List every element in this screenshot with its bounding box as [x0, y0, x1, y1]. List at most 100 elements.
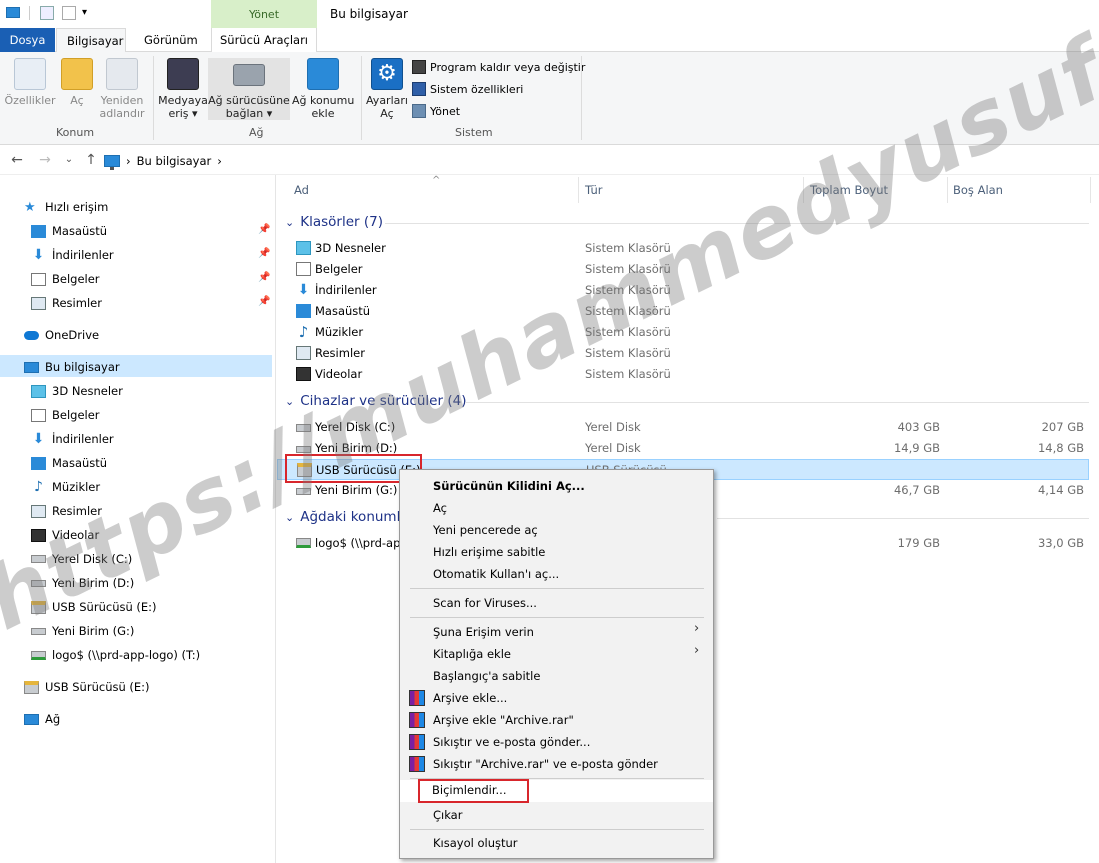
list-item[interactable]: ⬇ İndirilenler Sistem Klasörü: [277, 280, 1089, 301]
menu-item-autoplay[interactable]: Otomatik Kullan'ı aç...: [433, 563, 559, 585]
group-header-devices[interactable]: ⌄ Cihazlar ve sürücüler (4): [285, 393, 466, 409]
recent-locations-chevron-icon[interactable]: ⌄: [60, 151, 78, 169]
menu-item-pin-quick-access[interactable]: Hızlı erişime sabitle: [433, 541, 545, 563]
nav-item-usb-drive-e[interactable]: USB Sürücüsü (E:): [31, 596, 157, 618]
nav-item-quick-access[interactable]: ★ Hızlı erişim: [24, 196, 108, 218]
column-separator[interactable]: [578, 177, 579, 203]
column-separator[interactable]: [947, 177, 948, 203]
menu-item-open[interactable]: Aç: [433, 497, 447, 519]
up-arrow-icon[interactable]: ↑: [82, 151, 100, 169]
drive-icon: [296, 488, 311, 495]
column-header-name[interactable]: Ad: [294, 183, 309, 197]
list-item[interactable]: Videolar Sistem Klasörü: [277, 364, 1089, 385]
nav-item-drive-g[interactable]: Yeni Birim (G:): [31, 620, 134, 642]
menu-item-eject[interactable]: Çıkar: [433, 804, 462, 826]
nav-item-downloads[interactable]: ⬇ İndirilenler: [31, 244, 114, 266]
map-network-drive-button[interactable]: Ağ sürücüsüne bağlan ▾: [208, 58, 290, 120]
column-separator[interactable]: [803, 177, 804, 203]
tab-dosya[interactable]: Dosya: [0, 28, 55, 52]
nav-item-documents[interactable]: Belgeler: [31, 404, 100, 426]
winrar-icon: [409, 734, 425, 750]
download-arrow-icon: ⬇: [32, 430, 45, 447]
nav-item-downloads[interactable]: ⬇ İndirilenler: [31, 428, 114, 450]
chevron-down-icon: ⌄: [285, 394, 295, 408]
nav-item-network[interactable]: Ağ: [24, 708, 60, 730]
open-button[interactable]: Aç: [60, 58, 94, 107]
add-network-location-button[interactable]: Ağ konumu ekle: [292, 58, 354, 120]
properties-button[interactable]: Özellikler: [4, 58, 56, 107]
pin-icon[interactable]: 📌: [258, 272, 270, 283]
windows-drive-icon: [31, 555, 46, 563]
list-item[interactable]: Resimler Sistem Klasörü: [277, 343, 1089, 364]
menu-item-give-access[interactable]: Şuna Erişim verin: [433, 621, 534, 643]
manage-icon: [412, 104, 426, 118]
open-settings-button[interactable]: ⚙ Ayarları Aç: [366, 58, 408, 120]
media-icon: [167, 58, 199, 90]
ribbon-tabs: Dosya Bilgisayar Görünüm Sürücü Araçları: [0, 28, 1099, 53]
rename-button[interactable]: Yeniden adlandır: [98, 58, 146, 120]
list-item[interactable]: Belgeler Sistem Klasörü: [277, 259, 1089, 280]
pin-icon[interactable]: 📌: [258, 224, 270, 235]
forward-arrow-icon[interactable]: →: [36, 151, 54, 169]
menu-item-add-library[interactable]: Kitaplığa ekle: [433, 643, 511, 665]
highlight-box: [418, 779, 529, 803]
menu-item-compress-rar-email[interactable]: Sıkıştır "Archive.rar" ve e-posta gönder: [433, 753, 658, 775]
column-separator[interactable]: [1090, 177, 1091, 203]
nav-item-desktop[interactable]: Masaüstü: [31, 452, 107, 474]
breadcrumb-separator: ›: [126, 154, 131, 168]
group-divider: [717, 518, 1089, 519]
film-icon: [296, 367, 311, 381]
menu-item-add-archive[interactable]: Arşive ekle...: [433, 687, 507, 709]
list-item[interactable]: Masaüstü Sistem Klasörü: [277, 301, 1089, 322]
menu-item-create-shortcut[interactable]: Kısayol oluştur: [433, 832, 518, 854]
address-bar[interactable]: › Bu bilgisayar ›: [104, 151, 222, 171]
customize-quick-access-icon[interactable]: ▾: [82, 6, 96, 20]
nav-item-network-drive-t[interactable]: logo$ (\\prd-app-logo) (T:): [31, 644, 200, 666]
group-header-network[interactable]: ⌄ Ağdaki konuml: [285, 509, 400, 525]
nav-item-documents[interactable]: Belgeler: [31, 268, 100, 290]
manage-button[interactable]: Yönet: [412, 104, 460, 118]
tab-surucu-araclari[interactable]: Sürücü Araçları: [211, 28, 317, 52]
nav-item-usb-drive[interactable]: USB Sürücüsü (E:): [24, 676, 150, 698]
nav-item-onedrive[interactable]: OneDrive: [24, 324, 99, 346]
nav-item-desktop[interactable]: Masaüstü: [31, 220, 107, 242]
uninstall-icon: [412, 60, 426, 74]
tab-gorunum[interactable]: Görünüm: [134, 28, 208, 52]
group-header-folders[interactable]: ⌄ Klasörler (7): [285, 214, 383, 230]
column-header-total-size[interactable]: Toplam Boyut: [810, 183, 888, 197]
new-folder-icon[interactable]: [62, 6, 76, 20]
tab-bilgisayar[interactable]: Bilgisayar: [56, 28, 126, 53]
nav-item-drive-c[interactable]: Yerel Disk (C:): [31, 548, 132, 570]
menu-item-compress-email[interactable]: Sıkıştır ve e-posta gönder...: [433, 731, 590, 753]
list-item[interactable]: ♪ Müzikler Sistem Klasörü: [277, 322, 1089, 343]
nav-item-music[interactable]: ♪ Müzikler: [31, 476, 100, 498]
nav-item-pictures[interactable]: Resimler: [31, 500, 102, 522]
uninstall-program-button[interactable]: Program kaldır veya değiştir: [412, 60, 585, 74]
menu-item-pin-start[interactable]: Başlangıç'a sabitle: [433, 665, 540, 687]
pin-icon[interactable]: 📌: [258, 296, 270, 307]
nav-item-videos[interactable]: Videolar: [31, 524, 99, 546]
window-title: Bu bilgisayar: [330, 7, 408, 21]
back-arrow-icon[interactable]: ←: [8, 151, 26, 169]
nav-item-drive-d[interactable]: Yeni Birim (D:): [31, 572, 134, 594]
document-icon: [31, 272, 46, 286]
menu-separator: [410, 617, 704, 618]
menu-item-scan-viruses[interactable]: Scan for Viruses...: [433, 592, 537, 614]
menu-item-open-new-window[interactable]: Yeni pencerede aç: [433, 519, 538, 541]
chevron-down-icon: ⌄: [285, 215, 295, 229]
nav-item-3d-objects[interactable]: 3D Nesneler: [31, 380, 123, 402]
column-header-free-space[interactable]: Boş Alan: [953, 183, 1003, 197]
list-item[interactable]: Yerel Disk (C:) Yerel Disk 403 GB 207 GB: [277, 417, 1089, 438]
list-item[interactable]: 3D Nesneler Sistem Klasörü: [277, 238, 1089, 259]
system-properties-button[interactable]: Sistem özellikleri: [412, 82, 523, 96]
media-access-button[interactable]: Medyaya eriş ▾: [158, 58, 208, 120]
computer-icon: [6, 7, 20, 18]
nav-item-this-pc[interactable]: Bu bilgisayar: [24, 356, 120, 378]
nav-item-pictures[interactable]: Resimler: [31, 292, 102, 314]
column-header-type[interactable]: Tür: [585, 183, 602, 197]
pin-icon[interactable]: 📌: [258, 248, 270, 259]
breadcrumb[interactable]: Bu bilgisayar: [137, 154, 212, 168]
menu-item-unlock-drive[interactable]: Sürücünün Kilidini Aç...: [433, 475, 585, 497]
properties-icon[interactable]: [40, 6, 54, 20]
menu-item-add-archive-rar[interactable]: Arşive ekle "Archive.rar": [433, 709, 574, 731]
